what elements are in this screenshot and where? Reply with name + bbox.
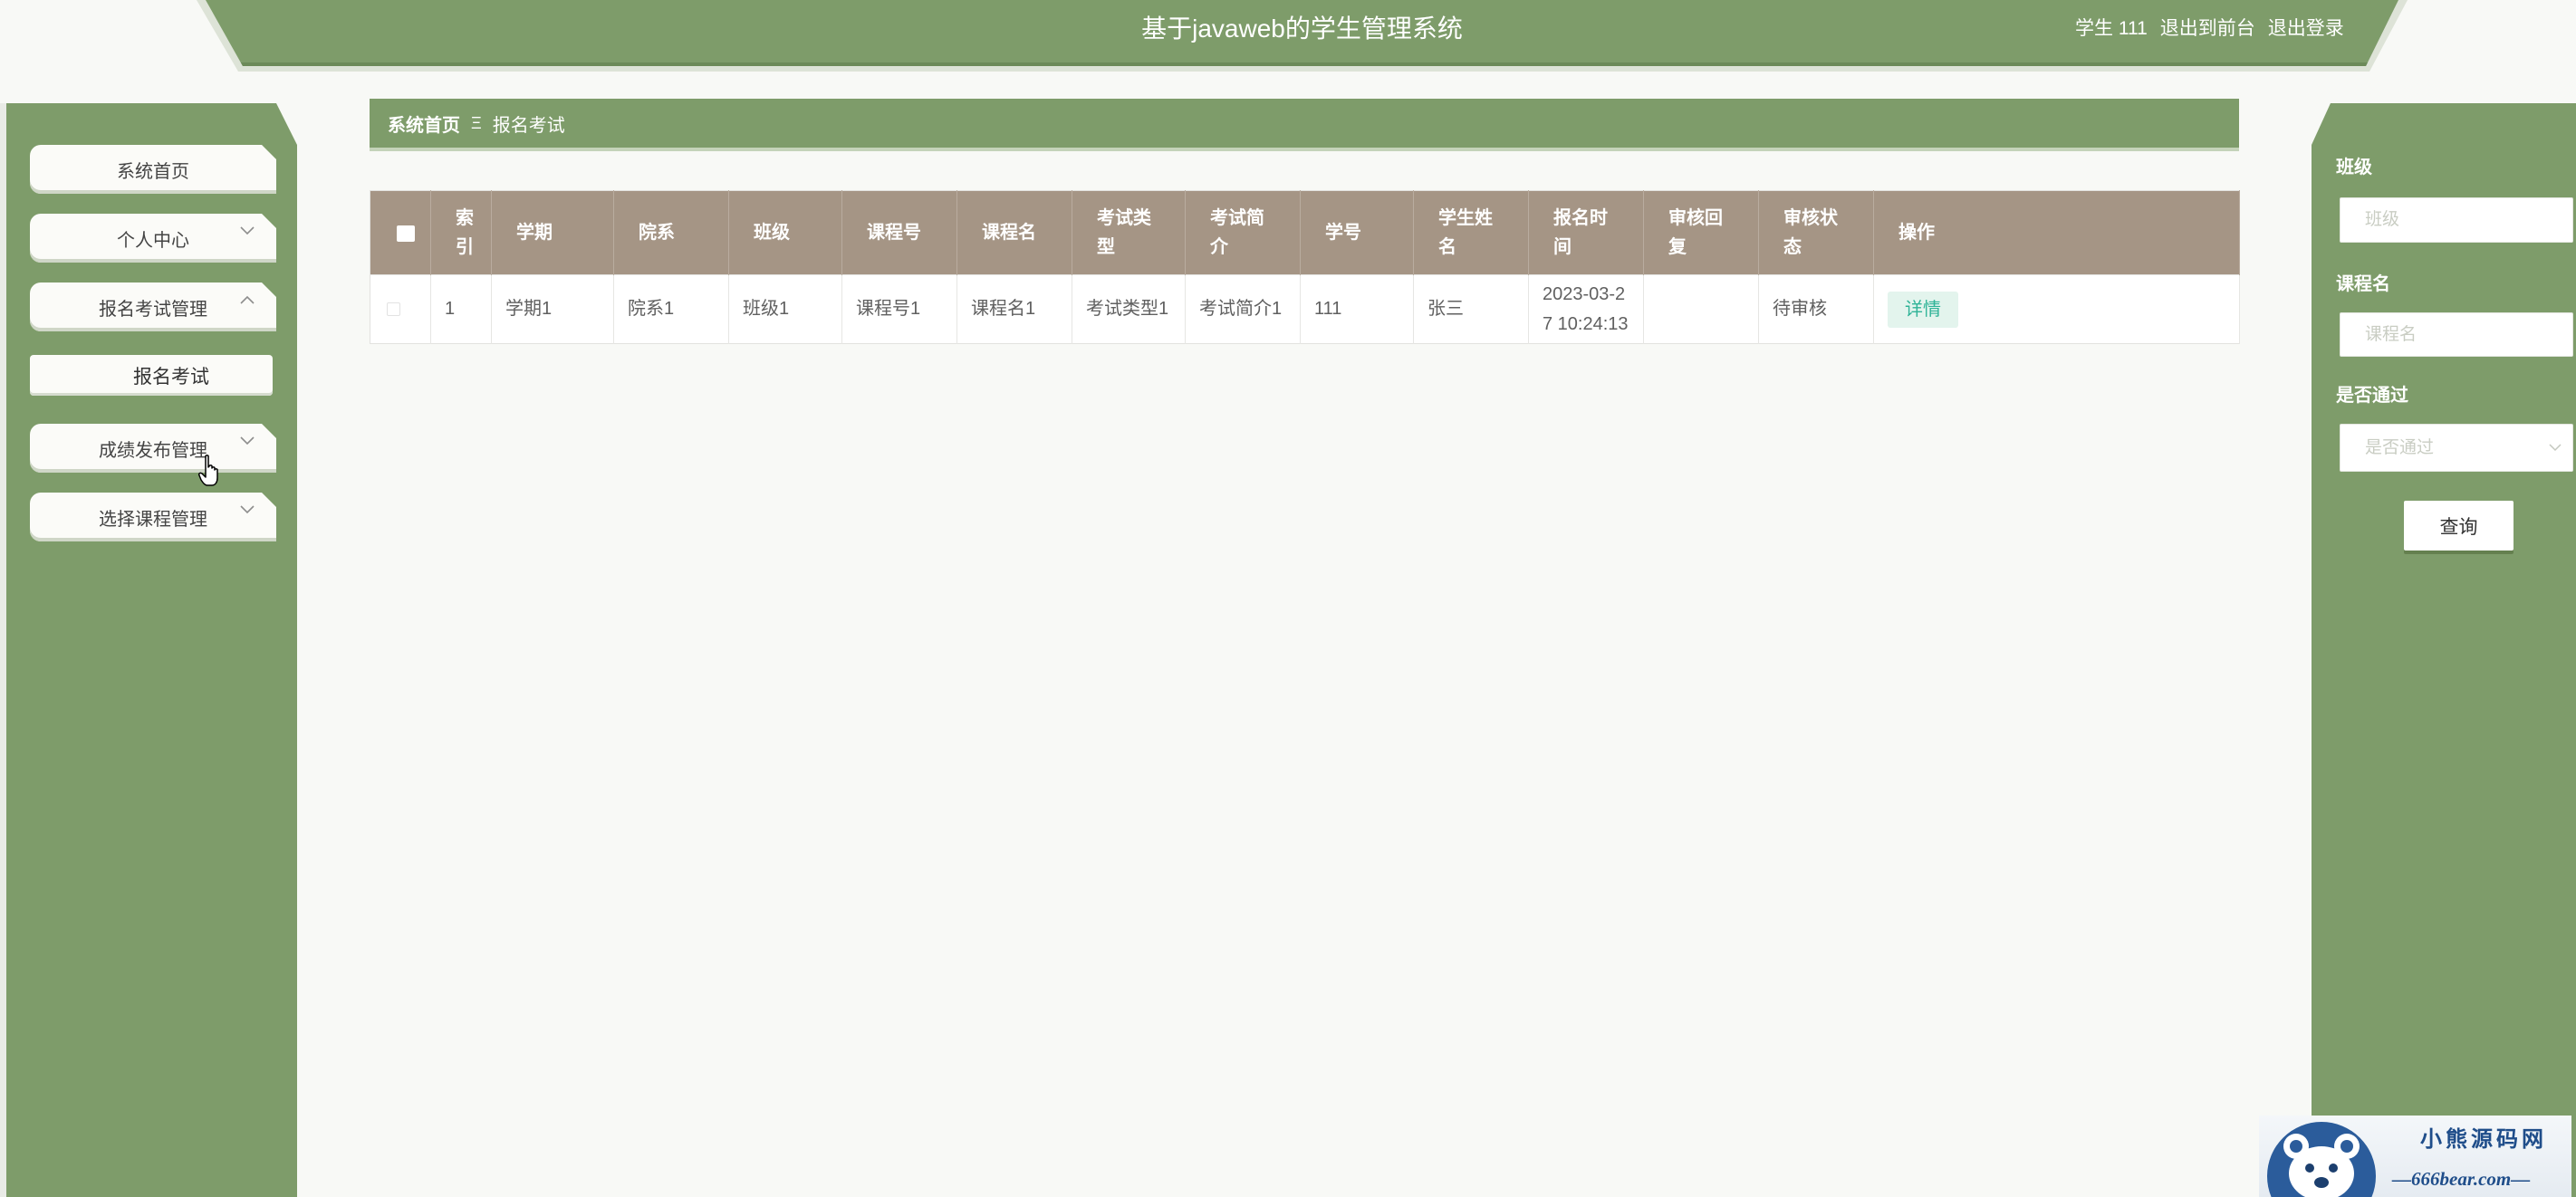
app-title: 基于javaweb的学生管理系统	[1141, 14, 1463, 43]
logout-link[interactable]: 退出登录	[2268, 16, 2344, 42]
breadcrumb: 系统首页 Ξ 报名考试	[370, 99, 2239, 148]
sidebar-item-label: 个人中心	[117, 230, 189, 251]
sidebar-item-score-publish-management[interactable]: 成绩发布管理	[30, 424, 276, 473]
top-header: 基于javaweb的学生管理系统	[206, 0, 2398, 66]
exam-signup-table: 索引 学期 院系 班级 课程号 课程名 考试类型 考试简介 学号 学生姓名 报名…	[370, 190, 2240, 344]
column-header: 学生姓名	[1413, 190, 1529, 275]
class-input[interactable]	[2340, 197, 2573, 243]
breadcrumb-underline	[370, 148, 2239, 151]
cell-course-name: 课程名1	[956, 274, 1072, 344]
column-header: 操作	[1873, 190, 2240, 275]
cell-review-status: 待审核	[1758, 274, 1874, 344]
column-header: 审核状态	[1758, 190, 1874, 275]
watermark-site: —666bear.com—	[2392, 1168, 2531, 1190]
table-header-row: 索引 学期 院系 班级 课程号 课程名 考试类型 考试简介 学号 学生姓名 报名…	[370, 190, 2240, 275]
column-header: 考试简介	[1185, 190, 1301, 275]
row-checkbox[interactable]	[387, 302, 400, 317]
current-user: 学生 111	[2075, 18, 2148, 39]
watermark-name: 小熊源码网	[2420, 1127, 2547, 1152]
row-select-cell	[370, 274, 431, 344]
cell-department: 院系1	[613, 274, 729, 344]
back-to-front-link[interactable]: 退出到前台	[2160, 16, 2255, 42]
cell-class: 班级1	[728, 274, 842, 344]
sidebar-item-label: 选择课程管理	[99, 509, 207, 530]
chevron-down-icon	[2549, 444, 2562, 452]
course-name-label: 课程名	[2336, 274, 2390, 294]
header-user-actions: 学生 111 退出到前台 退出登录	[2075, 16, 2344, 42]
bear-logo-icon	[2267, 1122, 2376, 1197]
column-header: 课程号	[841, 190, 957, 275]
chevron-down-icon	[240, 436, 255, 445]
hand-cursor-icon	[198, 455, 218, 486]
watermark: 小熊源码网 —666bear.com—	[2259, 1116, 2571, 1197]
select-all-cell	[370, 190, 431, 275]
cell-student-no: 111	[1300, 274, 1414, 344]
column-header: 审核回复	[1643, 190, 1759, 275]
sidebar-item-label: 报名考试管理	[99, 299, 207, 320]
cell-signup-time: 2023-03-27 10:24:13	[1528, 274, 1644, 344]
select-all-checkbox[interactable]	[397, 225, 415, 242]
cell-actions: 详情	[1873, 274, 2240, 344]
breadcrumb-separator: Ξ	[471, 113, 482, 132]
cell-student-name: 张三	[1413, 274, 1529, 344]
cell-index: 1	[430, 274, 492, 344]
cell-exam-type: 考试类型1	[1072, 274, 1186, 344]
cell-review-reply	[1643, 274, 1759, 344]
passed-select[interactable]: 是否通过	[2340, 424, 2573, 472]
course-name-input[interactable]	[2340, 312, 2573, 357]
cell-course-no: 课程号1	[841, 274, 957, 344]
side-menu: 系统首页 个人中心 报名考试管理 报名考试 成绩发布管理 选择课程管理	[30, 145, 276, 543]
detail-button[interactable]: 详情	[1888, 291, 1958, 328]
chevron-down-icon	[240, 226, 255, 235]
column-header: 院系	[613, 190, 729, 275]
column-header: 班级	[728, 190, 842, 275]
column-header: 考试类型	[1072, 190, 1186, 275]
left-edge-strip	[0, 103, 6, 1197]
sidebar-item-label: 系统首页	[117, 161, 189, 182]
column-header: 学期	[491, 190, 614, 275]
passed-select-placeholder: 是否通过	[2365, 438, 2435, 457]
chevron-down-icon	[240, 505, 255, 514]
breadcrumb-home-link[interactable]: 系统首页	[388, 110, 460, 137]
class-label: 班级	[2336, 158, 2372, 177]
column-header: 报名时间	[1528, 190, 1644, 275]
passed-label: 是否通过	[2336, 386, 2408, 406]
sidebar-item-label: 成绩发布管理	[99, 440, 207, 461]
chevron-up-icon	[240, 295, 255, 304]
sidebar-item-home[interactable]: 系统首页	[30, 145, 276, 194]
column-header: 学号	[1300, 190, 1414, 275]
sidebar-subitem-exam-signup[interactable]: 报名考试	[30, 355, 273, 396]
cell-exam-intro: 考试简介1	[1185, 274, 1301, 344]
breadcrumb-current: 报名考试	[492, 115, 565, 136]
sidebar-item-profile[interactable]: 个人中心	[30, 214, 276, 263]
column-header: 索引	[430, 190, 492, 275]
cell-term: 学期1	[491, 274, 614, 344]
search-panel	[2312, 103, 2576, 1197]
search-button[interactable]: 查询	[2404, 501, 2514, 551]
column-header: 课程名	[956, 190, 1072, 275]
table-row: 1 学期1 院系1 班级1 课程号1 课程名1 考试类型1 考试简介1 111 …	[370, 274, 2240, 344]
sidebar-subitem-label: 报名考试	[133, 366, 209, 388]
sidebar-item-course-selection-management[interactable]: 选择课程管理	[30, 493, 276, 541]
sidebar-item-exam-signup-management[interactable]: 报名考试管理	[30, 282, 276, 331]
